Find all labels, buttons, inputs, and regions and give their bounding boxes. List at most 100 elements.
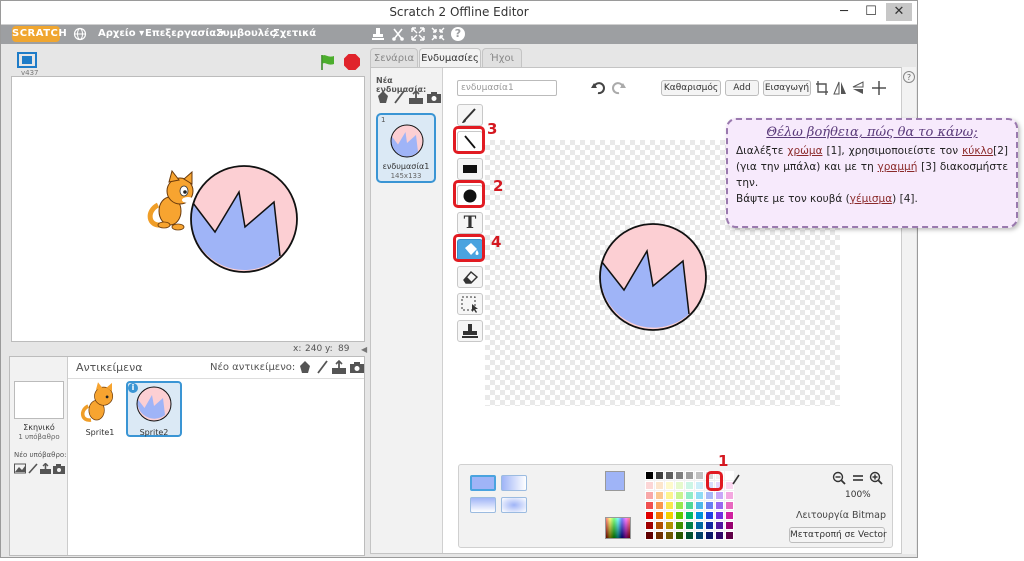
color-swatch[interactable] xyxy=(655,521,664,530)
color-swatch[interactable] xyxy=(715,531,724,540)
add-button[interactable]: Add xyxy=(725,80,759,96)
color-swatch[interactable] xyxy=(725,491,734,500)
set-center-icon[interactable] xyxy=(871,80,887,96)
stop-sign-icon[interactable] xyxy=(343,53,361,71)
color-swatch[interactable] xyxy=(705,511,714,520)
tab-scripts[interactable]: Σενάρια xyxy=(370,48,418,67)
color-swatch[interactable] xyxy=(695,531,704,540)
color-swatch[interactable] xyxy=(675,491,684,500)
color-swatch[interactable] xyxy=(715,521,724,530)
fill-solid-option[interactable] xyxy=(470,475,496,491)
upload-costume-icon[interactable] xyxy=(409,89,423,104)
color-swatch[interactable] xyxy=(685,501,694,510)
color-swatch[interactable] xyxy=(665,501,674,510)
color-swatch[interactable] xyxy=(655,471,664,480)
color-swatch[interactable] xyxy=(695,501,704,510)
primary-color-swatch[interactable] xyxy=(605,471,625,491)
close-button[interactable]: ✕ xyxy=(886,3,912,21)
sprite-library-icon[interactable] xyxy=(298,360,312,374)
flip-horizontal-icon[interactable] xyxy=(833,80,847,96)
color-swatch[interactable] xyxy=(685,471,694,480)
color-swatch[interactable] xyxy=(725,501,734,510)
zoom-reset-icon[interactable] xyxy=(851,471,865,485)
fill-vertical-gradient-option[interactable] xyxy=(470,497,496,513)
backdrop-library-icon[interactable] xyxy=(14,463,26,474)
color-swatch[interactable] xyxy=(705,501,714,510)
stage-canvas[interactable] xyxy=(11,76,365,342)
clear-button[interactable]: Καθαρισμός xyxy=(661,80,721,96)
color-swatch[interactable] xyxy=(685,521,694,530)
color-swatch[interactable] xyxy=(705,491,714,500)
color-swatch[interactable] xyxy=(675,501,684,510)
convert-to-vector-button[interactable]: Μετατροπή σε Vector xyxy=(789,527,887,543)
sprite-card-sprite1[interactable]: Sprite1 xyxy=(72,381,128,437)
help-tab-icon[interactable]: ? xyxy=(903,71,915,83)
import-button[interactable]: Εισαγωγή xyxy=(763,80,811,96)
color-swatch[interactable] xyxy=(685,531,694,540)
undo-icon[interactable] xyxy=(590,80,606,96)
menu-about[interactable]: Σχετικά xyxy=(273,28,316,39)
minimize-button[interactable]: ─ xyxy=(831,3,857,21)
color-swatch[interactable] xyxy=(665,471,674,480)
color-swatch[interactable] xyxy=(685,511,694,520)
color-swatch[interactable] xyxy=(675,511,684,520)
fill-horizontal-gradient-option[interactable] xyxy=(501,475,527,491)
globe-icon[interactable] xyxy=(73,27,87,41)
costume-card[interactable]: 1 ενδυμασία1 145x133 xyxy=(376,113,436,183)
costume-name-input[interactable] xyxy=(457,80,557,96)
paint-costume-icon[interactable] xyxy=(393,90,405,104)
info-icon[interactable]: i xyxy=(128,383,138,393)
shrink-icon[interactable] xyxy=(431,27,445,41)
select-tool[interactable] xyxy=(457,293,483,315)
color-swatch[interactable] xyxy=(675,531,684,540)
upload-sprite-icon[interactable] xyxy=(332,359,346,374)
zoom-out-icon[interactable] xyxy=(832,471,846,485)
color-swatch[interactable] xyxy=(695,521,704,530)
color-swatch[interactable] xyxy=(665,531,674,540)
color-swatch[interactable] xyxy=(645,481,654,490)
fullscreen-icon[interactable] xyxy=(17,52,37,68)
flip-vertical-icon[interactable] xyxy=(851,80,865,96)
camera-backdrop-icon[interactable] xyxy=(53,463,65,474)
fill-radial-gradient-option[interactable] xyxy=(501,497,527,513)
color-swatch[interactable] xyxy=(645,531,654,540)
stage-thumbnail[interactable] xyxy=(14,381,64,419)
color-swatch[interactable] xyxy=(725,531,734,540)
color-swatch[interactable] xyxy=(655,511,664,520)
color-swatch[interactable] xyxy=(725,521,734,530)
delete-cut-icon[interactable] xyxy=(391,27,405,41)
color-swatch[interactable] xyxy=(665,491,674,500)
color-swatch[interactable] xyxy=(715,501,724,510)
color-palette[interactable] xyxy=(645,471,745,543)
menu-edit[interactable]: Επεξεργασία ▾ xyxy=(145,28,225,39)
upload-backdrop-icon[interactable] xyxy=(40,462,51,474)
collapse-arrow-icon[interactable]: ◀ xyxy=(361,345,369,354)
tab-costumes[interactable]: Ενδυμασίες xyxy=(419,48,481,67)
eraser-tool[interactable] xyxy=(457,266,483,288)
color-swatch[interactable] xyxy=(685,491,694,500)
scratch-logo[interactable]: SCRATCH xyxy=(12,26,67,42)
color-swatch[interactable] xyxy=(655,491,664,500)
color-swatch[interactable] xyxy=(675,521,684,530)
color-swatch[interactable] xyxy=(675,471,684,480)
color-swatch[interactable] xyxy=(695,471,704,480)
color-swatch[interactable] xyxy=(665,481,674,490)
duplicate-stamp-icon[interactable] xyxy=(371,27,385,41)
color-swatch[interactable] xyxy=(715,511,724,520)
text-tool[interactable]: T xyxy=(457,212,483,234)
zoom-in-icon[interactable] xyxy=(869,471,883,485)
color-swatch[interactable] xyxy=(655,531,664,540)
grow-icon[interactable] xyxy=(411,27,425,41)
maximize-button[interactable]: ☐ xyxy=(858,3,884,21)
paint-sprite-icon[interactable] xyxy=(316,360,328,374)
color-swatch[interactable] xyxy=(695,511,704,520)
color-swatch[interactable] xyxy=(695,481,704,490)
color-swatch[interactable] xyxy=(665,521,674,530)
paint-backdrop-icon[interactable] xyxy=(28,463,38,474)
eyedropper-icon[interactable] xyxy=(731,473,741,485)
stamp-tool[interactable] xyxy=(457,320,483,342)
color-swatch[interactable] xyxy=(645,501,654,510)
color-swatch[interactable] xyxy=(655,481,664,490)
color-swatch[interactable] xyxy=(695,491,704,500)
menu-tips[interactable]: Συμβουλές xyxy=(216,28,276,39)
